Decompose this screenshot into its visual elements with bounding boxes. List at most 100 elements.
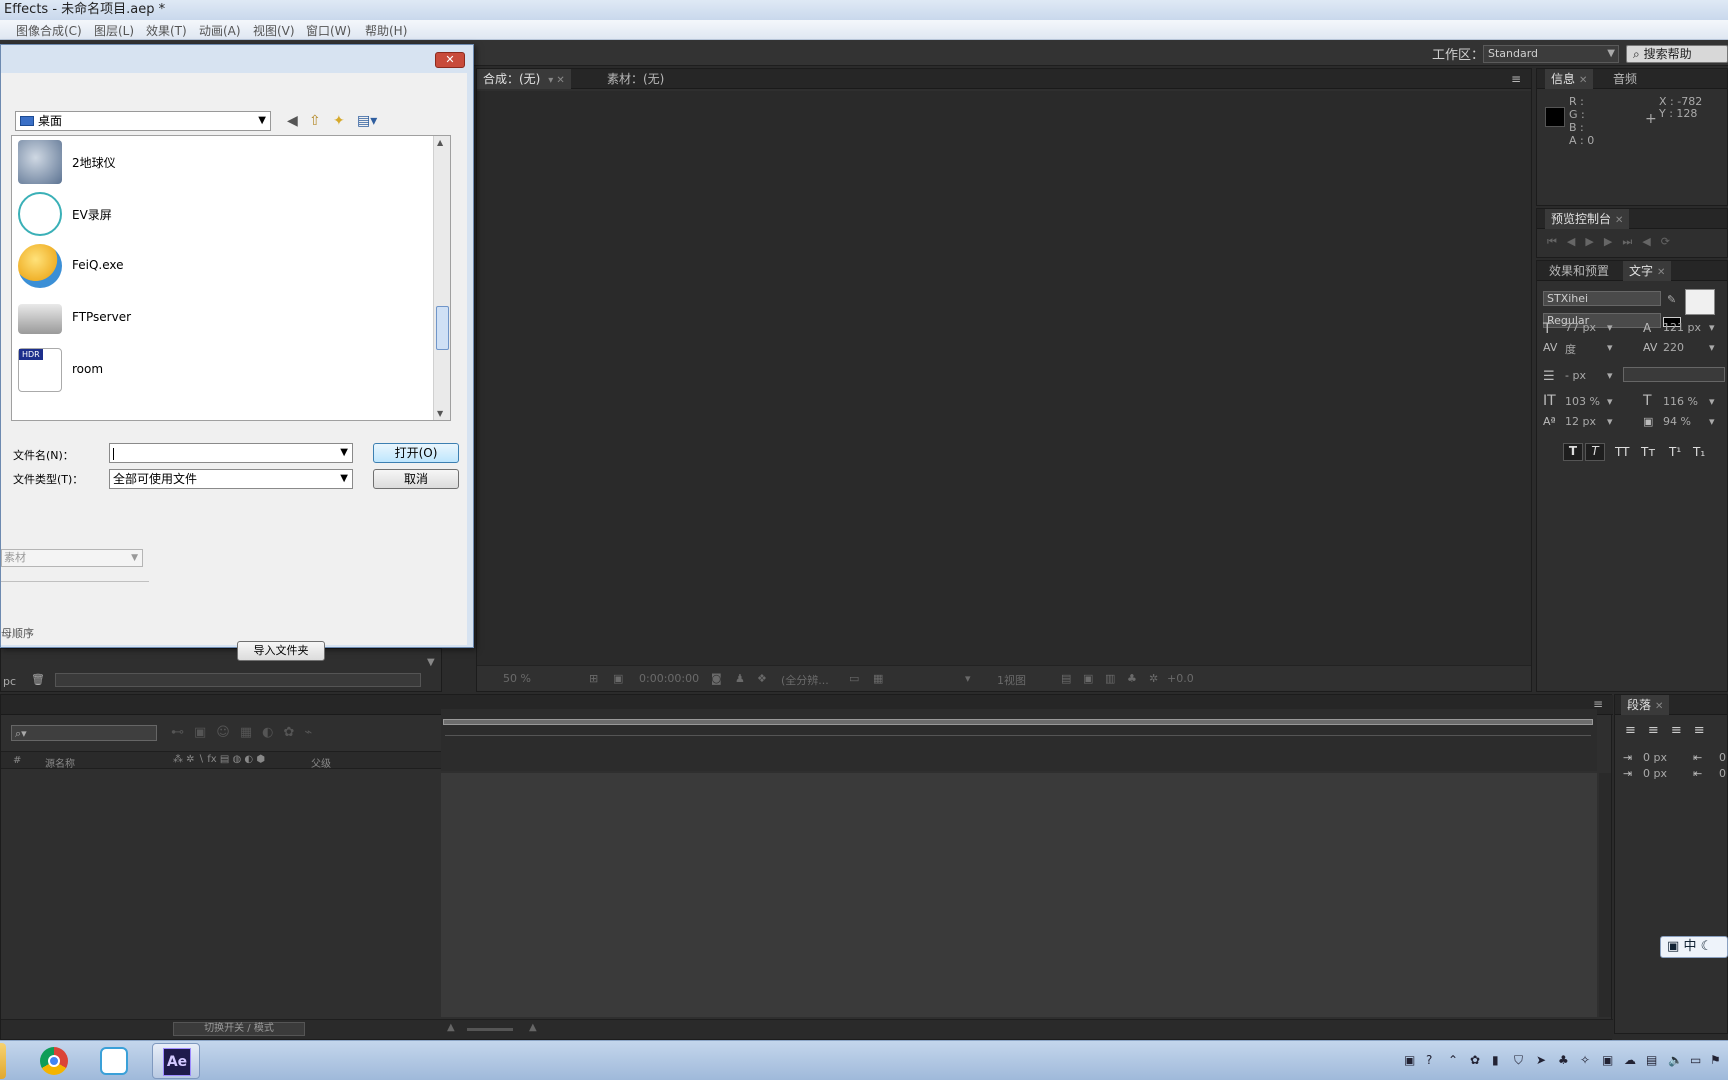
tsume-value[interactable]: 94 % — [1663, 415, 1691, 428]
volume-icon[interactable]: 🔈 — [1668, 1053, 1683, 1067]
show-snapshot-icon[interactable]: ♟ — [735, 672, 745, 685]
import-folder-button[interactable]: 导入文件夹 — [237, 641, 325, 661]
cancel-button[interactable]: 取消 — [373, 469, 459, 489]
chevron-down-icon[interactable]: ▾ — [1709, 341, 1715, 354]
tray-icon-1[interactable]: ✿ — [1470, 1053, 1480, 1067]
time-ruler[interactable] — [441, 709, 1597, 771]
toggle-pixel-aspect-icon[interactable]: ▤ — [1061, 672, 1071, 685]
nvidia-icon[interactable]: ▣ — [1602, 1053, 1613, 1067]
tray-icon-5[interactable]: ✧ — [1580, 1053, 1590, 1067]
tray-arrow-icon[interactable]: ⌃ — [1448, 1053, 1458, 1067]
font-family-select[interactable]: STXihei — [1543, 291, 1661, 306]
app-taskbar-button[interactable] — [90, 1043, 138, 1079]
first-frame-icon[interactable]: ⏮ — [1547, 235, 1567, 248]
project-hscroll[interactable] — [55, 673, 421, 687]
network-icon[interactable]: ▤ — [1646, 1053, 1657, 1067]
leading-value[interactable]: 121 px — [1663, 321, 1701, 334]
chevron-down-icon[interactable]: ▾ — [1709, 415, 1715, 428]
fast-previews-icon[interactable]: ▣ — [1083, 672, 1093, 685]
file-list-scrollbar[interactable]: ▲ ▼ — [433, 136, 450, 420]
help-icon[interactable]: ? — [1426, 1053, 1432, 1067]
tab-paragraph[interactable]: 段落 ✕ — [1621, 695, 1670, 715]
dialog-close-button[interactable]: ✕ — [435, 52, 465, 68]
align-left-icon[interactable]: ≡ — [1625, 723, 1648, 738]
file-type-select[interactable]: 全部可使用文件 ▼ — [109, 469, 353, 489]
current-time[interactable]: 0:00:00:00 — [639, 672, 699, 685]
close-icon[interactable]: ✕ — [1655, 701, 1663, 712]
transparency-grid-icon[interactable]: ▦ — [873, 672, 883, 685]
chevron-down-icon[interactable]: ▾ — [1709, 321, 1715, 334]
tray-icon-3[interactable]: ➤ — [1536, 1053, 1546, 1067]
view-menu-icon[interactable]: ▤▾ — [357, 113, 377, 129]
graph-editor-icon[interactable]: ⌁ — [304, 725, 322, 740]
zoom-slider[interactable] — [467, 1028, 513, 1031]
scroll-up-icon[interactable]: ▲ — [437, 138, 443, 147]
menu-view[interactable]: 视图(V) — [253, 22, 295, 39]
brainstorm-icon[interactable]: ✿ — [284, 725, 305, 740]
panel-menu-icon[interactable]: ≡ — [1505, 69, 1527, 89]
tab-text[interactable]: 文字 ✕ — [1623, 261, 1672, 281]
superscript-button[interactable]: T¹ — [1669, 445, 1681, 459]
tracking-value[interactable]: 220 — [1663, 341, 1684, 354]
ime-toolbar[interactable]: ▣ 中 ☾ — [1660, 936, 1728, 958]
open-button[interactable]: 打开(O) — [373, 443, 459, 463]
footage-type-select[interactable]: 素材 ▼ — [1, 549, 143, 567]
ime-mode[interactable]: 中 — [1683, 939, 1696, 954]
tab-audio[interactable]: 音频 — [1607, 69, 1643, 89]
flowchart-icon[interactable]: ♣ — [1127, 672, 1137, 685]
tab-close-icon[interactable]: ▾ ✕ — [548, 75, 565, 86]
fit-icon[interactable]: ⊞ — [589, 672, 598, 685]
moon-icon[interactable]: ☾ — [1701, 939, 1713, 954]
chevron-down-icon[interactable]: ▾ — [1607, 369, 1613, 382]
faux-bold-button[interactable]: T — [1563, 443, 1583, 461]
prev-frame-icon[interactable]: ◀ — [1567, 235, 1585, 248]
kerning-value[interactable]: 度 — [1565, 341, 1576, 357]
tab-info[interactable]: 信息 ✕ — [1545, 69, 1594, 89]
next-frame-icon[interactable]: ▶ — [1604, 235, 1622, 248]
list-item[interactable]: EV录屏 — [18, 188, 418, 240]
align-right-icon[interactable]: ≡ — [1671, 723, 1694, 738]
chevron-down-icon[interactable]: ▾ — [1607, 395, 1613, 408]
safe-zones-icon[interactable]: ▣ — [613, 672, 623, 685]
file-name-input[interactable]: ▼ — [109, 443, 353, 463]
indent-right-value[interactable]: 0 — [1719, 751, 1726, 764]
explorer-icon[interactable] — [0, 1043, 6, 1079]
zoom-out-icon[interactable]: ▲ — [447, 1022, 455, 1033]
workspace-select[interactable]: Standard ▼ — [1483, 45, 1619, 63]
font-size-value[interactable]: 77 px — [1565, 321, 1596, 334]
channel-icon[interactable]: ❖ — [757, 672, 767, 685]
chevron-down-icon[interactable]: ▼ — [427, 657, 435, 668]
shield-icon[interactable]: ⛉ — [1514, 1053, 1523, 1068]
chevron-down-icon[interactable]: ▾ — [1709, 395, 1715, 408]
scrollbar-thumb[interactable] — [436, 306, 449, 350]
faux-italic-button[interactable]: T — [1585, 443, 1605, 461]
fill-color-swatch[interactable] — [1685, 289, 1715, 315]
comp-mini-flowchart-icon[interactable]: ⊷ — [171, 725, 194, 740]
zoom-in-icon[interactable]: ▲ — [529, 1022, 537, 1033]
loop-icon[interactable]: ⟳ — [1661, 235, 1680, 248]
align-center-icon[interactable]: ≡ — [1648, 723, 1671, 738]
tab-effects-presets[interactable]: 效果和预置 — [1543, 261, 1615, 281]
timeline-icon[interactable]: ▥ — [1105, 672, 1115, 685]
back-icon[interactable]: ◀ — [287, 113, 298, 129]
justify-icon[interactable]: ≡ — [1694, 723, 1717, 738]
chevron-down-icon[interactable]: ▾ — [965, 672, 971, 685]
scroll-down-icon[interactable]: ▼ — [437, 409, 443, 418]
work-area-bar[interactable] — [443, 719, 1593, 725]
horizontal-scale-value[interactable]: 116 % — [1663, 395, 1698, 408]
close-icon[interactable]: ✕ — [1615, 215, 1623, 226]
last-frame-icon[interactable]: ⏭ — [1622, 235, 1642, 248]
first-line-indent-value[interactable]: 0 px — [1643, 767, 1667, 780]
region-icon[interactable]: ▭ — [849, 672, 859, 685]
list-item[interactable]: FTPserver — [18, 292, 418, 344]
shy-icon[interactable]: ☺ — [216, 725, 240, 740]
chevron-down-icon[interactable]: ▾ — [1607, 341, 1613, 354]
resolution-select[interactable]: (全分辨... — [781, 672, 829, 688]
chevron-down-icon[interactable]: ▾ — [1607, 321, 1613, 334]
motion-blur-icon[interactable]: ◐ — [262, 725, 283, 740]
exposure-icon[interactable]: ✲ — [1149, 672, 1158, 685]
list-item[interactable]: HDR room — [18, 344, 418, 396]
look-in-select[interactable]: 桌面 ▼ — [15, 111, 271, 131]
up-folder-icon[interactable]: ⇧ — [309, 113, 321, 129]
menu-animation[interactable]: 动画(A) — [199, 22, 241, 39]
